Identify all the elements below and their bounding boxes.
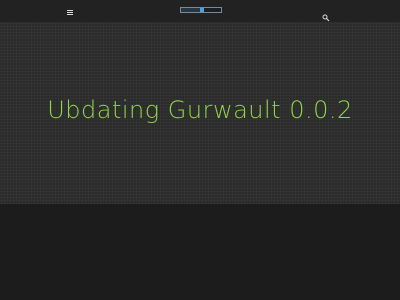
menu-button[interactable] (67, 7, 77, 17)
hamburger-icon (67, 9, 73, 11)
progress-fill (181, 8, 202, 12)
top-toolbar (0, 0, 400, 23)
app-window: Ubdating Gurwault 0.0.2 (0, 0, 400, 300)
progress-indicator (200, 8, 204, 12)
footer-area (0, 204, 400, 300)
update-headline: Ubdating Gurwault 0.0.2 (47, 96, 353, 124)
hero-panel: Ubdating Gurwault 0.0.2 (0, 22, 400, 204)
search-icon (322, 14, 330, 22)
update-progress-bar (180, 7, 222, 13)
search-button[interactable] (322, 7, 330, 22)
